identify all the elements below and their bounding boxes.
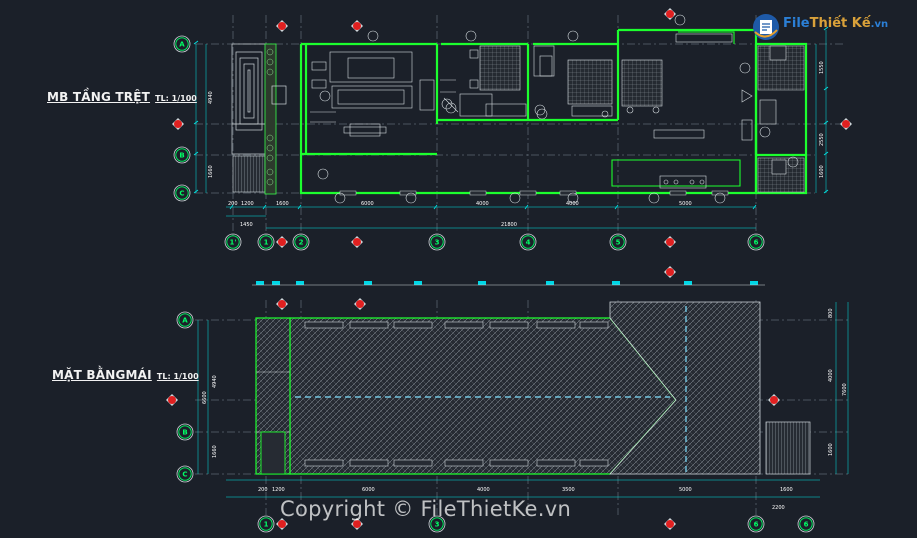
ground-plan-title: MB TẦNG TRỆT bbox=[47, 90, 151, 104]
roof-plan-heading: MẶT BẰNGMÁI TL: 1/100 bbox=[52, 364, 199, 383]
grid-bubble-row-C: C bbox=[173, 184, 191, 202]
dim-label: 1450 bbox=[240, 222, 253, 228]
section-marker bbox=[768, 394, 780, 406]
grid-bubble-row-C: C bbox=[176, 465, 194, 483]
svg-text:C: C bbox=[179, 190, 184, 198]
ground-plan-heading: MB TẦNG TRỆT TL: 1/100 bbox=[47, 86, 197, 105]
svg-text:A: A bbox=[182, 317, 188, 325]
logo-icon bbox=[753, 14, 779, 40]
grid-bubble-col: 6 bbox=[747, 233, 765, 251]
ground-floor-plan: 200 1200 1600 6000 4000 4000 5000 1450 2… bbox=[193, 14, 845, 240]
grid-bubble-col: 1 bbox=[257, 515, 275, 533]
dim-label: 2550 bbox=[819, 133, 825, 146]
section-marker bbox=[354, 298, 366, 310]
dim-label: 1600 bbox=[276, 201, 289, 207]
dim-label: 6000 bbox=[361, 201, 374, 207]
grid-bubble-row-A: A bbox=[173, 35, 191, 53]
section-marker bbox=[276, 298, 288, 310]
section-marker bbox=[166, 394, 178, 406]
dim-label: 5000 bbox=[679, 487, 692, 493]
grid-bubble-row-A: A bbox=[176, 311, 194, 329]
svg-text:1: 1 bbox=[264, 239, 269, 247]
dim-label: 6000 bbox=[362, 487, 375, 493]
section-marker bbox=[840, 118, 852, 130]
dim-label: 6600 bbox=[202, 391, 208, 404]
svg-text:C: C bbox=[182, 471, 187, 479]
logo-name-part-a: File bbox=[783, 16, 810, 31]
dim-label: 7600 bbox=[842, 383, 848, 396]
svg-text:4: 4 bbox=[526, 239, 531, 247]
dim-label: 1600 bbox=[819, 165, 825, 178]
svg-text:5: 5 bbox=[616, 239, 621, 247]
grid-bubble-row-B: B bbox=[173, 146, 191, 164]
grid-bubble-col: 6 bbox=[747, 515, 765, 533]
grid-bubble-col: 3 bbox=[428, 233, 446, 251]
ground-plan-scale: TL: 1/100 bbox=[155, 94, 197, 103]
section-marker bbox=[664, 8, 676, 20]
dim-label: 2200 bbox=[772, 505, 785, 511]
dim-label: 1200 bbox=[241, 201, 254, 207]
dim-label: 1660 bbox=[208, 165, 214, 178]
roof-plan: 200 1200 6000 4000 3500 5000 1600 2200 4… bbox=[195, 281, 850, 515]
dim-label: 1550 bbox=[819, 61, 825, 74]
svg-text:1': 1' bbox=[229, 239, 236, 247]
svg-text:1: 1 bbox=[264, 521, 269, 529]
dim-label: 5000 bbox=[679, 201, 692, 207]
dim-label: 4940 bbox=[208, 91, 214, 104]
dim-label: 1600 bbox=[828, 443, 834, 456]
dim-label: 3500 bbox=[562, 487, 575, 493]
section-marker bbox=[664, 518, 676, 530]
dim-label: 1600 bbox=[780, 487, 793, 493]
logo-name-part-b: Thiết Kế bbox=[809, 16, 871, 31]
dim-label: 800 bbox=[828, 308, 834, 318]
section-marker bbox=[276, 20, 288, 32]
svg-text:6: 6 bbox=[754, 239, 759, 247]
svg-text:6: 6 bbox=[754, 521, 759, 529]
svg-text:B: B bbox=[179, 152, 184, 160]
svg-text:B: B bbox=[182, 429, 187, 437]
section-marker bbox=[664, 266, 676, 278]
dim-label: 200 bbox=[228, 201, 238, 207]
section-marker bbox=[276, 236, 288, 248]
section-marker bbox=[351, 236, 363, 248]
dim-label: 1200 bbox=[272, 487, 285, 493]
grid-bubble-col: 1 bbox=[257, 233, 275, 251]
roof-plan-title: MẶT BẰNGMÁI bbox=[52, 368, 152, 382]
svg-text:A: A bbox=[179, 41, 185, 49]
grid-bubble-col: 1' bbox=[224, 233, 242, 251]
logo-wordmark: FileThiết Kế.vn bbox=[783, 16, 888, 31]
cad-drawing-canvas: 200 1200 1600 6000 4000 4000 5000 1450 2… bbox=[0, 0, 917, 538]
section-marker bbox=[664, 236, 676, 248]
grid-bubble-col: 5 bbox=[609, 233, 627, 251]
dim-label: 4000 bbox=[477, 487, 490, 493]
dim-label: 4000 bbox=[476, 201, 489, 207]
dim-label: 21800 bbox=[501, 222, 517, 228]
svg-text:3: 3 bbox=[435, 239, 440, 247]
logo-suffix: .vn bbox=[870, 19, 889, 30]
roof-plan-scale: TL: 1/100 bbox=[156, 372, 199, 381]
dim-label: 4000 bbox=[828, 369, 834, 382]
grid-bubble-row-B: B bbox=[176, 423, 194, 441]
dim-label: 1660 bbox=[212, 445, 218, 458]
dim-label: 4000 bbox=[566, 201, 579, 207]
dim-label: 4940 bbox=[212, 375, 218, 388]
section-marker bbox=[351, 20, 363, 32]
grid-bubble-col: 4 bbox=[519, 233, 537, 251]
grid-bubble-col: 6 bbox=[797, 515, 815, 533]
grid-bubble-col: 2 bbox=[292, 233, 310, 251]
svg-text:2: 2 bbox=[299, 239, 304, 247]
svg-text:6: 6 bbox=[804, 521, 809, 529]
dim-label: 200 bbox=[258, 487, 268, 493]
section-marker bbox=[172, 118, 184, 130]
cad-svg: 200 1200 1600 6000 4000 4000 5000 1450 2… bbox=[166, 8, 852, 533]
copyright-watermark: Copyright © FileThietKe.vn bbox=[280, 497, 572, 521]
svg-text:3: 3 bbox=[435, 521, 440, 529]
